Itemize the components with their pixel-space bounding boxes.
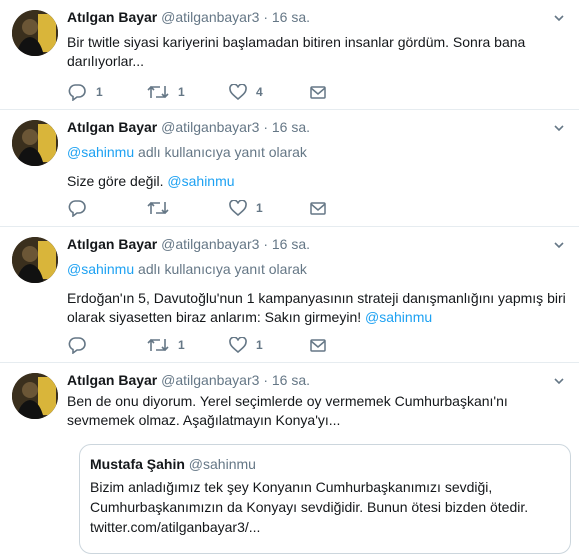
tweet-text-body: Size göre değil.: [67, 173, 168, 189]
tweet-text-body: Bir twitle siyasi kariyerini başlamadan …: [67, 34, 526, 69]
tweet[interactable]: Atılgan Bayar @atilganbayar3 · 16 sa. @s…: [0, 110, 579, 227]
quoted-author-name: Mustafa Şahin: [90, 456, 185, 472]
author-name[interactable]: Atılgan Bayar: [67, 372, 157, 388]
retweet-icon: [147, 85, 169, 99]
timestamp[interactable]: 16 sa.: [272, 236, 310, 252]
chevron-down-icon[interactable]: [553, 122, 565, 134]
chevron-down-icon[interactable]: [553, 239, 565, 251]
retweet-button[interactable]: 1: [147, 82, 185, 102]
separator: ·: [263, 119, 268, 135]
reply-count: 1: [96, 85, 103, 99]
avatar[interactable]: [12, 120, 58, 166]
tweet-header: Atılgan Bayar @atilganbayar3 · 16 sa.: [67, 8, 567, 27]
mention-link[interactable]: @sahinmu: [167, 173, 234, 189]
quoted-tweet-header: Mustafa Şahin @sahinmu: [90, 455, 560, 473]
retweet-count: 1: [178, 85, 185, 99]
author-name[interactable]: Atılgan Bayar: [67, 9, 157, 25]
timestamp[interactable]: 16 sa.: [272, 119, 310, 135]
author-handle[interactable]: @atilganbayar3: [161, 372, 259, 388]
envelope-icon: [310, 85, 326, 99]
avatar[interactable]: [12, 237, 58, 283]
reply-icon: [68, 337, 86, 354]
direct-message-button[interactable]: [310, 198, 326, 218]
tweet-header: Atılgan Bayar @atilganbayar3 · 16 sa.: [67, 235, 567, 254]
author-handle[interactable]: @atilganbayar3: [161, 9, 259, 25]
mention-link[interactable]: @sahinmu: [365, 309, 432, 325]
tweet-header: Atılgan Bayar @atilganbayar3 · 16 sa.: [67, 118, 567, 137]
replying-to-handle[interactable]: @sahinmu: [67, 261, 134, 277]
envelope-icon: [310, 338, 326, 352]
quoted-tweet-text: Bizim anladığımız tek şey Konyanın Cumhu…: [90, 477, 560, 537]
tweet[interactable]: Atılgan Bayar @atilganbayar3 · 16 sa. Bi…: [0, 0, 579, 110]
quoted-author-handle: @sahinmu: [188, 456, 256, 472]
avatar[interactable]: [12, 373, 58, 419]
like-count: 1: [256, 338, 263, 352]
tweet-text: Size göre değil. @sahinmu: [67, 172, 567, 191]
tweet-text: Bir twitle siyasi kariyerini başlamadan …: [67, 33, 567, 71]
separator: ·: [263, 9, 268, 25]
like-button[interactable]: 1: [229, 335, 263, 355]
reply-button[interactable]: 1: [67, 82, 103, 102]
author-handle[interactable]: @atilganbayar3: [161, 236, 259, 252]
reply-icon: [68, 200, 86, 217]
quoted-tweet-link[interactable]: twitter.com/atilganbayar3/...: [90, 519, 260, 535]
tweet-header: Atılgan Bayar @atilganbayar3 · 16 sa.: [67, 371, 567, 390]
tweet-text-body: Ben de onu diyorum. Yerel seçimlerde oy …: [67, 393, 508, 428]
tweet-text: Ben de onu diyorum. Yerel seçimlerde oy …: [67, 392, 567, 430]
direct-message-button[interactable]: [310, 335, 326, 355]
replying-to: @sahinmu adlı kullanıcıya yanıt olarak: [67, 143, 567, 162]
chevron-down-icon[interactable]: [553, 12, 565, 24]
retweet-button[interactable]: [147, 198, 178, 218]
replying-to-label: adlı kullanıcıya yanıt olarak: [134, 144, 307, 160]
chevron-down-icon[interactable]: [553, 375, 565, 387]
author-name[interactable]: Atılgan Bayar: [67, 236, 157, 252]
like-count: 4: [256, 85, 263, 99]
like-button[interactable]: 1: [229, 198, 263, 218]
tweet[interactable]: Atılgan Bayar @atilganbayar3 · 16 sa. @s…: [0, 227, 579, 363]
tweet-text-body: Erdoğan'ın 5, Davutoğlu'nun 1 kampanyası…: [67, 290, 566, 325]
heart-icon: [229, 337, 247, 353]
reply-icon: [68, 84, 86, 101]
quoted-tweet[interactable]: Mustafa Şahin @sahinmu Bizim anladığımız…: [79, 444, 571, 554]
reply-button[interactable]: [67, 198, 96, 218]
timestamp[interactable]: 16 sa.: [272, 372, 310, 388]
quoted-tweet-body: Bizim anladığımız tek şey Konyanın Cumhu…: [90, 479, 529, 515]
replying-to-handle[interactable]: @sahinmu: [67, 144, 134, 160]
heart-icon: [229, 84, 247, 100]
author-handle[interactable]: @atilganbayar3: [161, 119, 259, 135]
direct-message-button[interactable]: [310, 82, 326, 102]
like-count: 1: [256, 201, 263, 215]
avatar[interactable]: [12, 10, 58, 56]
retweet-icon: [147, 201, 169, 215]
separator: ·: [263, 372, 268, 388]
tweet-text: Erdoğan'ın 5, Davutoğlu'nun 1 kampanyası…: [67, 289, 567, 327]
retweet-icon: [147, 338, 169, 352]
reply-button[interactable]: [67, 335, 96, 355]
retweet-count: 1: [178, 338, 185, 352]
replying-to: @sahinmu adlı kullanıcıya yanıt olarak: [67, 260, 567, 279]
like-button[interactable]: 4: [229, 82, 263, 102]
timestamp[interactable]: 16 sa.: [272, 9, 310, 25]
heart-icon: [229, 200, 247, 216]
separator: ·: [263, 236, 268, 252]
author-name[interactable]: Atılgan Bayar: [67, 119, 157, 135]
envelope-icon: [310, 201, 326, 215]
retweet-button[interactable]: 1: [147, 335, 185, 355]
replying-to-label: adlı kullanıcıya yanıt olarak: [134, 261, 307, 277]
